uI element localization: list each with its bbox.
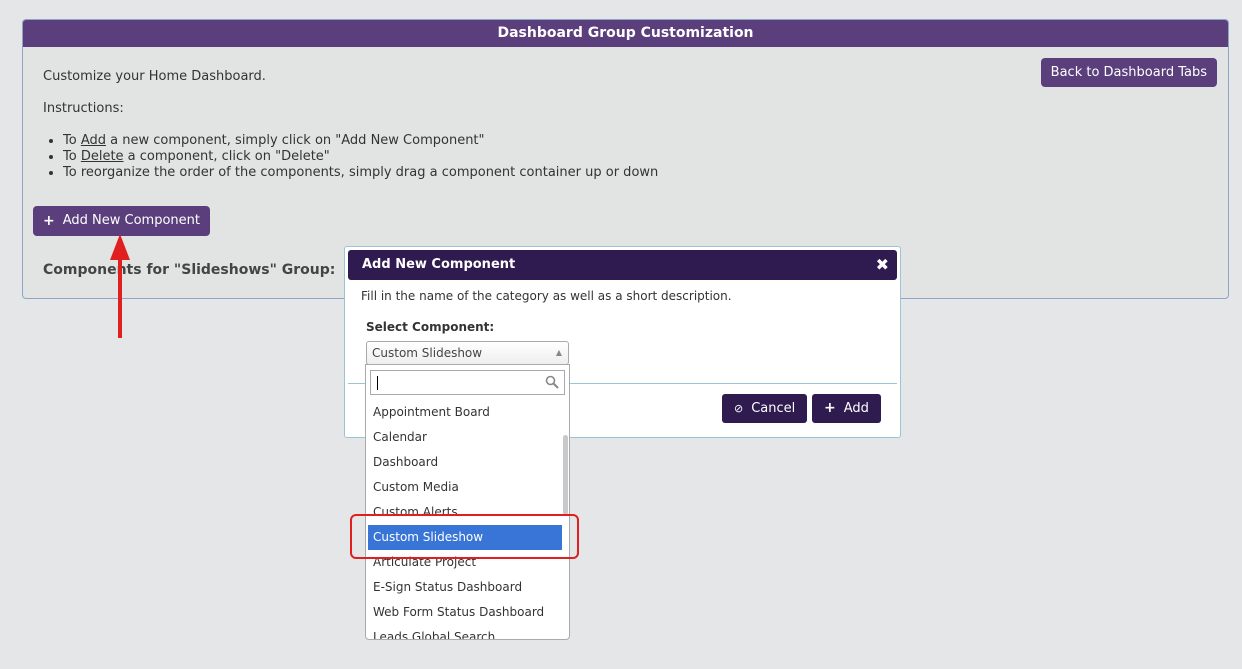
search-icon [545, 375, 559, 389]
dropdown-option[interactable]: E-Sign Status Dashboard [368, 575, 562, 600]
dropdown-option[interactable]: Web Form Status Dashboard [368, 600, 562, 625]
text-cursor [377, 376, 378, 390]
select-value: Custom Slideshow [372, 346, 483, 360]
plus-icon: + [43, 213, 55, 229]
add-button[interactable]: + Add [812, 394, 881, 423]
selection-highlight-annotation [350, 514, 579, 559]
instruction-add: To Add a new component, simply click on … [63, 133, 658, 149]
dropdown-option[interactable]: Calendar [368, 425, 562, 450]
components-group-label: Components for "Slideshows" Group: [43, 262, 336, 278]
cancel-button[interactable]: ⊘ Cancel [722, 394, 808, 423]
select-component-label: Select Component: [366, 320, 495, 334]
dialog-description: Fill in the name of the category as well… [361, 289, 732, 303]
add-new-component-button[interactable]: + Add New Component [33, 206, 210, 236]
instruction-reorder: To reorganize the order of the component… [63, 165, 658, 181]
dropdown-scrollbar[interactable] [563, 435, 568, 515]
component-select[interactable]: Custom Slideshow ▲ [366, 341, 569, 365]
close-icon[interactable]: ✖ [876, 250, 889, 280]
plus-icon: + [824, 400, 836, 416]
back-to-dashboard-tabs-button[interactable]: Back to Dashboard Tabs [1040, 58, 1217, 87]
dropdown-search-input[interactable] [370, 370, 565, 395]
cancel-label: Cancel [751, 401, 796, 416]
component-dropdown: Appointment Board Calendar Dashboard Custom… [365, 364, 570, 640]
dropdown-option[interactable]: Appointment Board [368, 400, 562, 425]
instructions-list: To Add a new component, simply click on … [63, 133, 658, 181]
cancel-icon: ⊘ [734, 402, 744, 415]
add-label: Add [843, 401, 869, 416]
red-arrow-annotation [110, 234, 130, 338]
add-new-component-label: Add New Component [62, 213, 200, 228]
instruction-delete: To Delete a component, click on "Delete" [63, 149, 658, 165]
dialog-header: Add New Component ✖ [348, 250, 897, 280]
dialog-title: Add New Component [362, 257, 516, 272]
panel-title: Dashboard Group Customization [23, 20, 1228, 47]
dropdown-option[interactable]: Custom Media [368, 475, 562, 500]
intro-text: Customize your Home Dashboard. [43, 69, 266, 84]
instructions-label: Instructions: [43, 101, 124, 116]
dropdown-option[interactable]: Leads Global Search [368, 625, 562, 639]
dropdown-option[interactable]: Dashboard [368, 450, 562, 475]
caret-up-icon: ▲ [555, 348, 562, 357]
